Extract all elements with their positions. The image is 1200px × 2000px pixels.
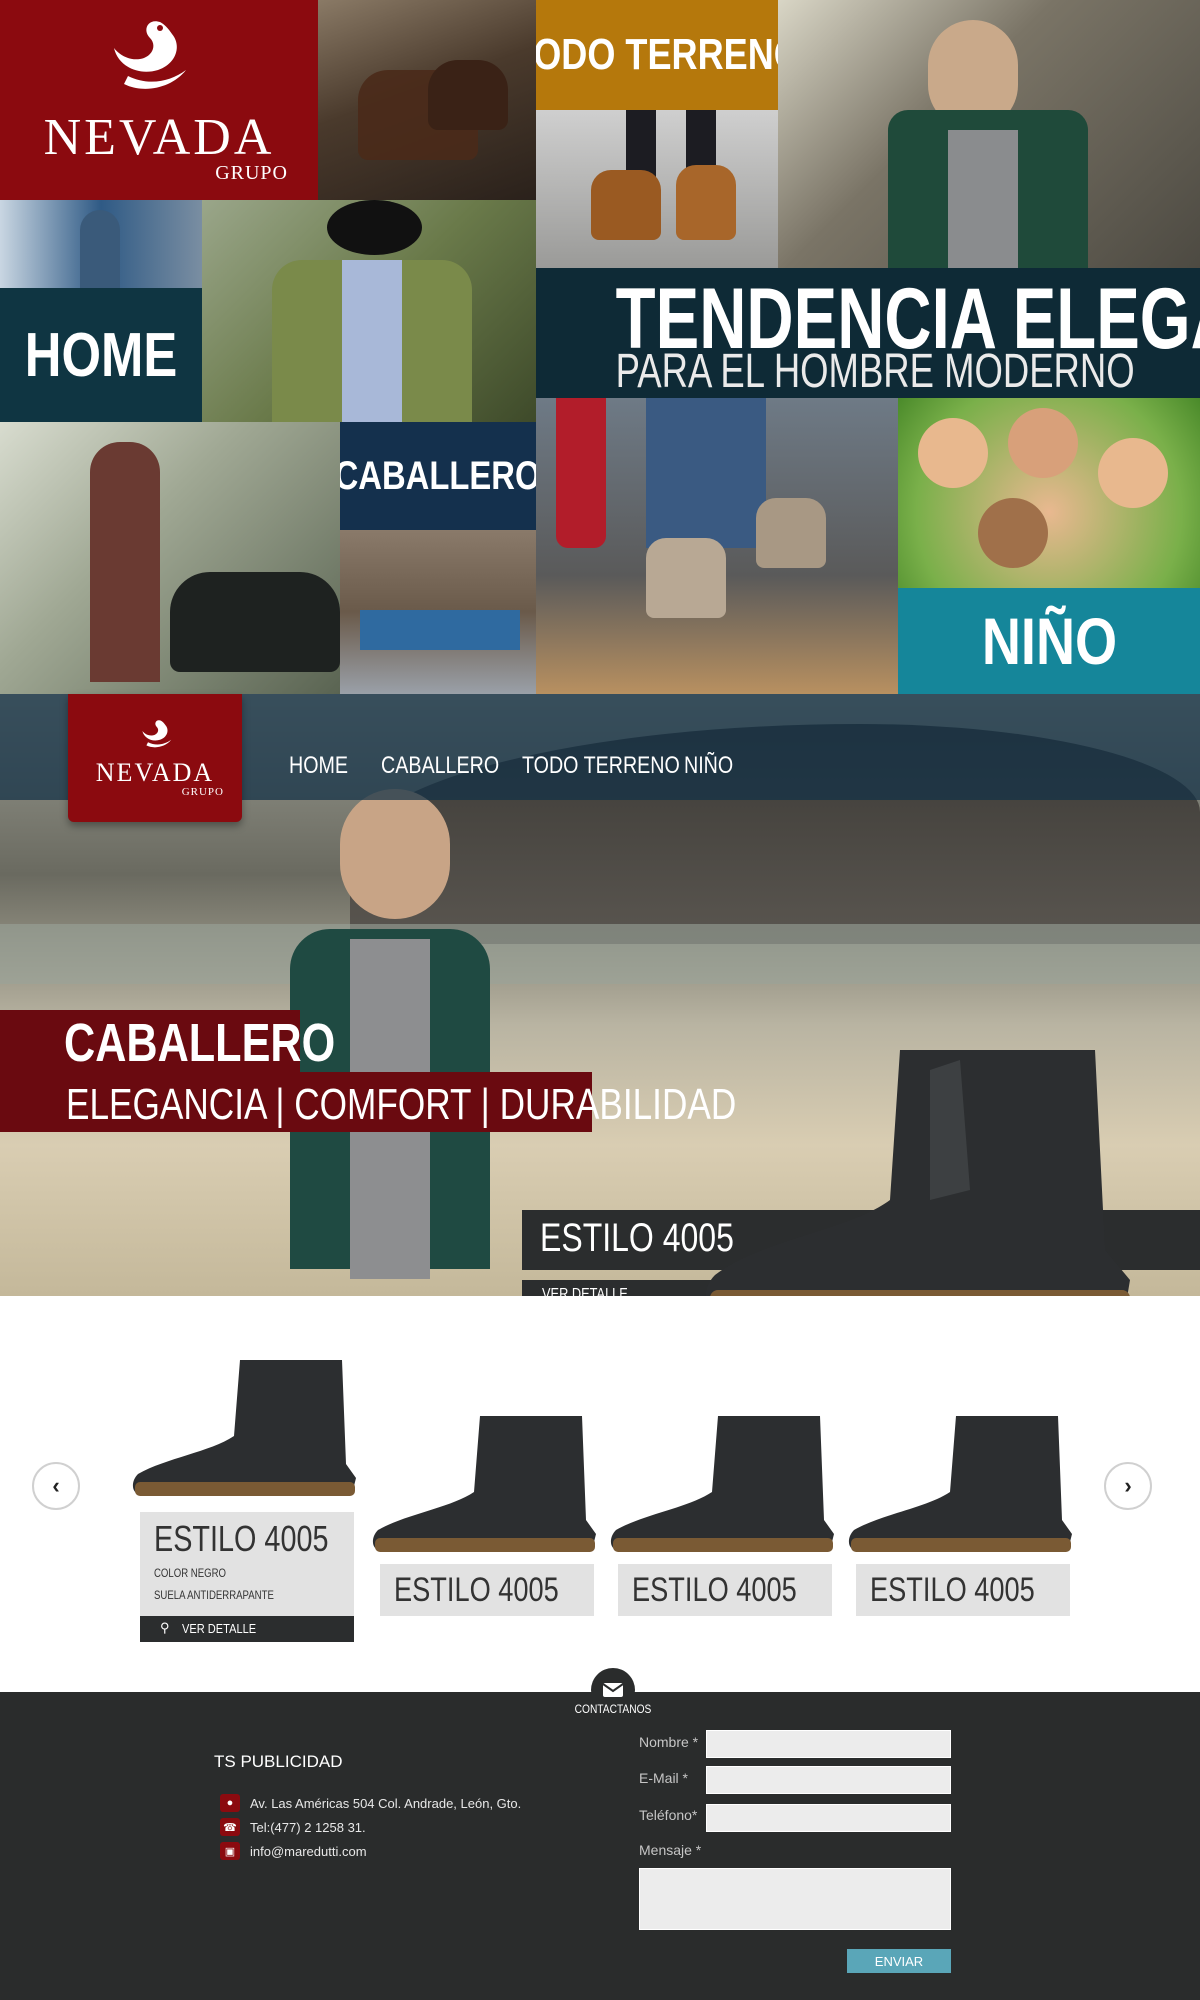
product-detail-button[interactable]: ⚲ VER DETALLE [140,1616,354,1642]
laptop-icon: ▣ [220,1842,240,1860]
product-name: ESTILO 4005 [632,1570,797,1609]
telefono-field[interactable] [706,1804,951,1832]
nombre-label: Nombre * [639,1734,699,1750]
city-street-photo [340,530,536,694]
swan-logo-icon [114,21,186,89]
category-label-caballero: CABALLERO [340,453,536,498]
contact-address: Av. Las Américas 504 Col. Andrade, León,… [250,1796,522,1811]
man-plaid-photo [778,0,1200,268]
mosaic-logo-tile[interactable]: NEVADA GRUPO [0,0,318,200]
contact-email[interactable]: info@maredutti.com [250,1844,367,1859]
chevron-right-icon: › [1124,1473,1132,1498]
hero-tagline-bar: ELEGANCIA | COMFORT | DURABILIDAD [0,1072,736,1132]
category-tile-caballero[interactable]: CABALLERO [340,422,536,530]
product-boot-image [848,1416,1072,1552]
product-card[interactable]: ESTILO 4005 [608,1404,838,1616]
footer [0,1692,1200,2000]
category-label-home: HOME [24,320,178,390]
hero-boot-image [705,1050,1130,1322]
carousel-next-button[interactable]: › [1104,1462,1152,1510]
carousel-prev-button[interactable]: ‹ [32,1462,80,1510]
email-label: E-Mail * [639,1770,689,1786]
hero-title: CABALLERO [64,1013,336,1073]
hero-title-bar: CABALLERO [0,1010,335,1073]
blue-suit-photo [0,200,202,288]
nombre-field[interactable] [706,1730,951,1758]
product-boot-image [372,1416,596,1552]
product-label: ESTILO 4005 [380,1564,594,1616]
mensaje-label: Mensaje * [639,1842,702,1858]
kids-photo [898,398,1200,588]
nav-logo-sub: GRUPO [181,786,224,798]
search-icon: ⚲ [160,1620,170,1635]
product-label: ESTILO 4005 [856,1564,1070,1616]
headline-subtitle: PARA EL HOMBRE MODERNO [615,345,1135,398]
contact-phone: Tel:(477) 2 1258 31. [250,1820,366,1835]
product-name: ESTILO 4005 [154,1518,329,1559]
feet-mat-photo [536,398,898,694]
product-detail-label: VER DETALLE [182,1621,257,1636]
product-line2: SUELA ANTIDERRAPANTE [154,1588,274,1602]
chevron-left-icon: ‹ [52,1473,60,1498]
email-field[interactable] [706,1766,951,1794]
snow-boots-photo [536,110,778,268]
boots-shelf-photo [318,0,536,200]
hero-tagline: ELEGANCIA | COMFORT | DURABILIDAD [66,1080,737,1129]
category-label-nino: NIÑO [981,604,1117,678]
swan-logo-icon [142,720,172,748]
phone-icon: ☎ [220,1818,240,1836]
mosaic-section: NEVADA GRUPO TODO TERRENO HOME [0,0,1200,694]
man-car-photo [0,422,340,694]
category-tile-nino[interactable]: NIÑO [898,588,1200,694]
location-pin-icon: ● [220,1794,240,1812]
product-card[interactable]: ESTILO 4005 COLOR NEGRO SUELA ANTIDERRAP… [126,1346,358,1646]
category-tile-todo-terreno[interactable]: TODO TERRENO [536,0,778,110]
contact-title: CONTACTANOS [574,1702,652,1716]
headline-block: TENDENCIA ELEGANTE PARA EL HOMBRE MODERN… [536,268,1200,398]
telefono-label: Teléfono* [639,1807,698,1823]
green-jacket-photo [202,200,536,422]
nav-item-nino[interactable]: NIÑO [684,752,733,780]
product-label: ESTILO 4005 COLOR NEGRO SUELA ANTIDERRAP… [140,1512,354,1616]
product-card[interactable]: ESTILO 4005 [370,1404,600,1616]
nav-item-caballero[interactable]: CABALLERO [381,752,499,780]
submit-label: ENVIAR [874,1953,924,1969]
nav-logo[interactable]: NEVADA GRUPO [68,694,242,822]
product-name: ESTILO 4005 [870,1570,1035,1609]
product-boot-image [610,1416,834,1552]
product-label: ESTILO 4005 [618,1564,832,1616]
company-name: TS PUBLICIDAD [214,1752,343,1771]
submit-button[interactable]: ENVIAR [847,1949,951,1973]
mensaje-field[interactable] [639,1868,951,1930]
nav-item-home[interactable]: HOME [289,752,348,780]
category-label-todo-terreno: TODO TERRENO [536,30,778,79]
category-tile-home[interactable]: HOME [0,288,202,422]
logo-sub: GRUPO [215,162,288,184]
product-name: ESTILO 4005 [394,1570,559,1609]
product-boot-image [132,1360,356,1496]
nav-logo-wordmark: NEVADA [95,758,215,787]
product-line1: COLOR NEGRO [154,1566,227,1580]
logo-wordmark: NEVADA [43,109,275,166]
product-card[interactable]: ESTILO 4005 [846,1404,1076,1616]
nav-item-todo-terreno[interactable]: TODO TERRENO [522,752,680,780]
